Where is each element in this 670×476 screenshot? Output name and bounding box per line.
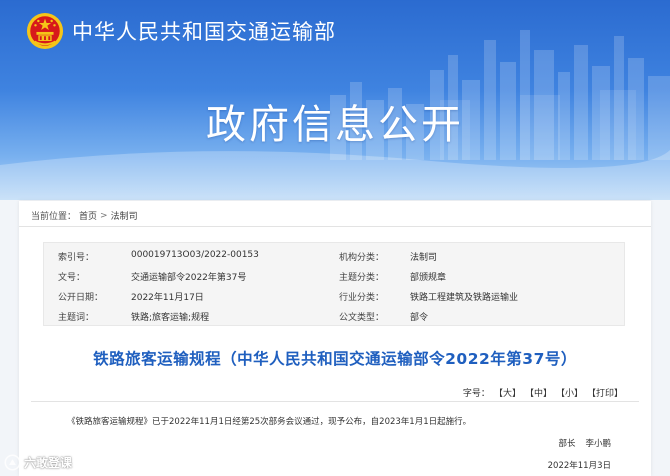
- ministry-logo-row[interactable]: 中华人民共和国交通运输部: [26, 12, 336, 50]
- publish-date-value: 2022年11月17日: [131, 293, 204, 303]
- keywords-value: 铁路;旅客运输;规程: [131, 313, 210, 323]
- document-type-label: 公文类型：: [339, 313, 385, 323]
- font-size-large-button[interactable]: 【大】: [494, 386, 521, 399]
- index-number-label: 索引号：: [58, 253, 95, 263]
- breadcrumb: 当前位置： 首页 > 法制司: [31, 209, 138, 223]
- metadata-row: 文号： 交通运输部令2022年第37号 主题分类： 部颁规章: [44, 265, 626, 285]
- header-banner: 中华人民共和国交通运输部 政府信息公开: [0, 0, 670, 200]
- breadcrumb-divider: [19, 226, 651, 227]
- publish-date-label: 公开日期：: [58, 293, 104, 303]
- banner-title: 政府信息公开: [206, 102, 464, 148]
- content-panel: 当前位置： 首页 > 法制司 索引号： 000019713O03/2022-00…: [19, 201, 651, 476]
- topic-category-value: 部颁规章: [410, 273, 447, 283]
- industry-category-label: 行业分类：: [339, 293, 385, 303]
- watermark-text: 六敢登课: [24, 456, 73, 470]
- agency-category-value: 法制司: [410, 253, 438, 263]
- document-type-value: 部令: [410, 313, 429, 323]
- industry-category-value: 铁路工程建筑及铁路运输业: [410, 293, 519, 303]
- topic-category-label: 主题分类：: [339, 273, 385, 283]
- font-size-label: 字号：: [462, 389, 490, 399]
- signer: 部长 李小鹏: [558, 437, 611, 449]
- signer-name: 李小鹏: [585, 439, 611, 449]
- breadcrumb-label: 当前位置：: [31, 212, 77, 222]
- signing-date: 2022年11月3日: [547, 461, 611, 471]
- font-size-medium-button[interactable]: 【中】: [525, 386, 552, 399]
- breadcrumb-legal-dept-link[interactable]: 法制司: [111, 209, 138, 222]
- metadata-row: 主题词： 铁路;旅客运输;规程 公文类型： 部令: [44, 305, 626, 325]
- font-size-small-button[interactable]: 【小】: [556, 386, 583, 399]
- document-number-value: 交通运输部令2022年第37号: [131, 273, 247, 283]
- font-size-controls: 字号： 【大】 【中】 【小】 【打印】: [463, 386, 623, 399]
- metadata-row: 公开日期： 2022年11月17日 行业分类： 铁路工程建筑及铁路运输业: [44, 285, 626, 305]
- document-metadata-table: 索引号： 000019713O03/2022-00153 机构分类： 法制司 文…: [43, 242, 625, 326]
- breadcrumb-separator: >: [100, 210, 108, 221]
- document-body: 《铁路旅客运输规程》已于2022年11月1日经第25次部务会议通过，现予公布，自…: [67, 417, 472, 427]
- watermark-logo-icon: [4, 454, 21, 471]
- keywords-label: 主题词：: [58, 313, 95, 323]
- index-number-value: 000019713O03/2022-00153: [131, 250, 259, 260]
- watermark: 六敢登课: [4, 454, 72, 471]
- ministry-name: 中华人民共和国交通运输部: [72, 20, 336, 44]
- signer-title: 部长: [558, 439, 576, 449]
- print-button[interactable]: 【打印】: [587, 386, 623, 399]
- document-title: 铁路旅客运输规程（中华人民共和国交通运输部令2022年第37号）: [93, 350, 577, 368]
- document-number-label: 文号：: [58, 273, 86, 283]
- metadata-row: 索引号： 000019713O03/2022-00153 机构分类： 法制司: [44, 245, 626, 265]
- title-divider: [31, 401, 639, 402]
- national-emblem-icon: [26, 12, 64, 50]
- breadcrumb-home-link[interactable]: 首页: [79, 209, 97, 222]
- agency-category-label: 机构分类：: [339, 253, 385, 263]
